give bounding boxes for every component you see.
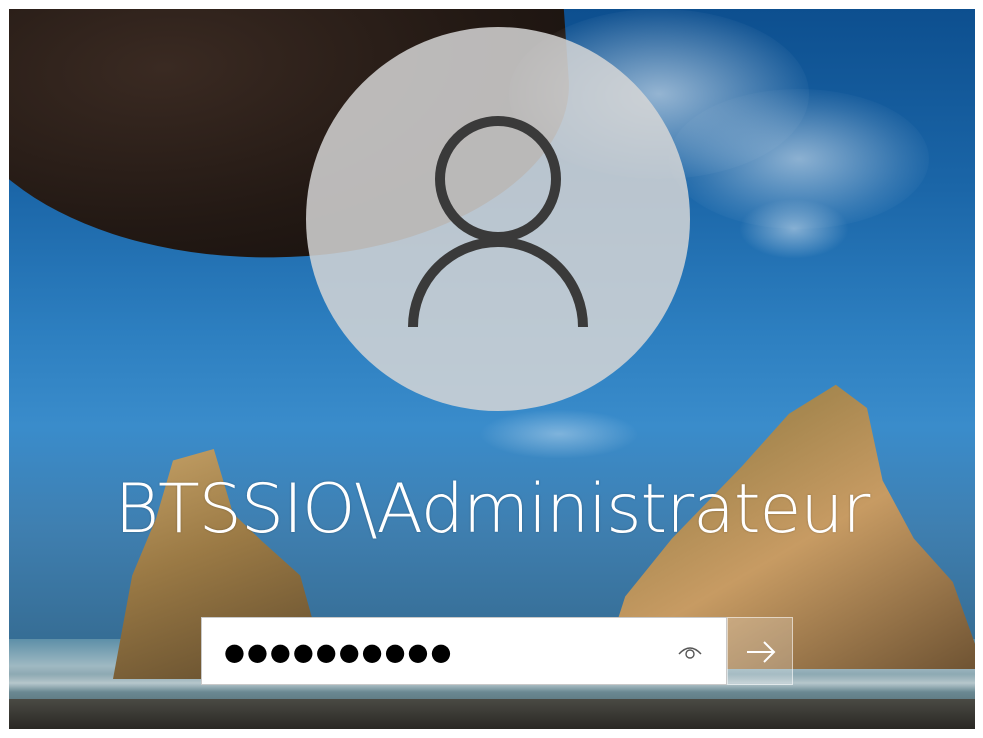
username-label: BTSSIO\Administrateur xyxy=(114,470,871,549)
password-field[interactable]: ●●●●●●●●●● xyxy=(201,617,727,685)
eye-icon xyxy=(678,647,702,659)
user-avatar-icon xyxy=(408,116,588,328)
reveal-password-button[interactable] xyxy=(676,638,704,666)
lock-screen: BTSSIO\Administrateur ●●●●●●●●●● xyxy=(9,9,975,729)
password-value: ●●●●●●●●●● xyxy=(224,638,454,666)
submit-button[interactable] xyxy=(727,617,793,685)
password-row: ●●●●●●●●●● xyxy=(201,617,793,685)
user-avatar xyxy=(306,27,690,411)
background-cloud xyxy=(739,199,849,259)
background-beach xyxy=(9,699,975,729)
background-cloud xyxy=(479,409,639,459)
arrow-right-icon xyxy=(747,641,776,663)
